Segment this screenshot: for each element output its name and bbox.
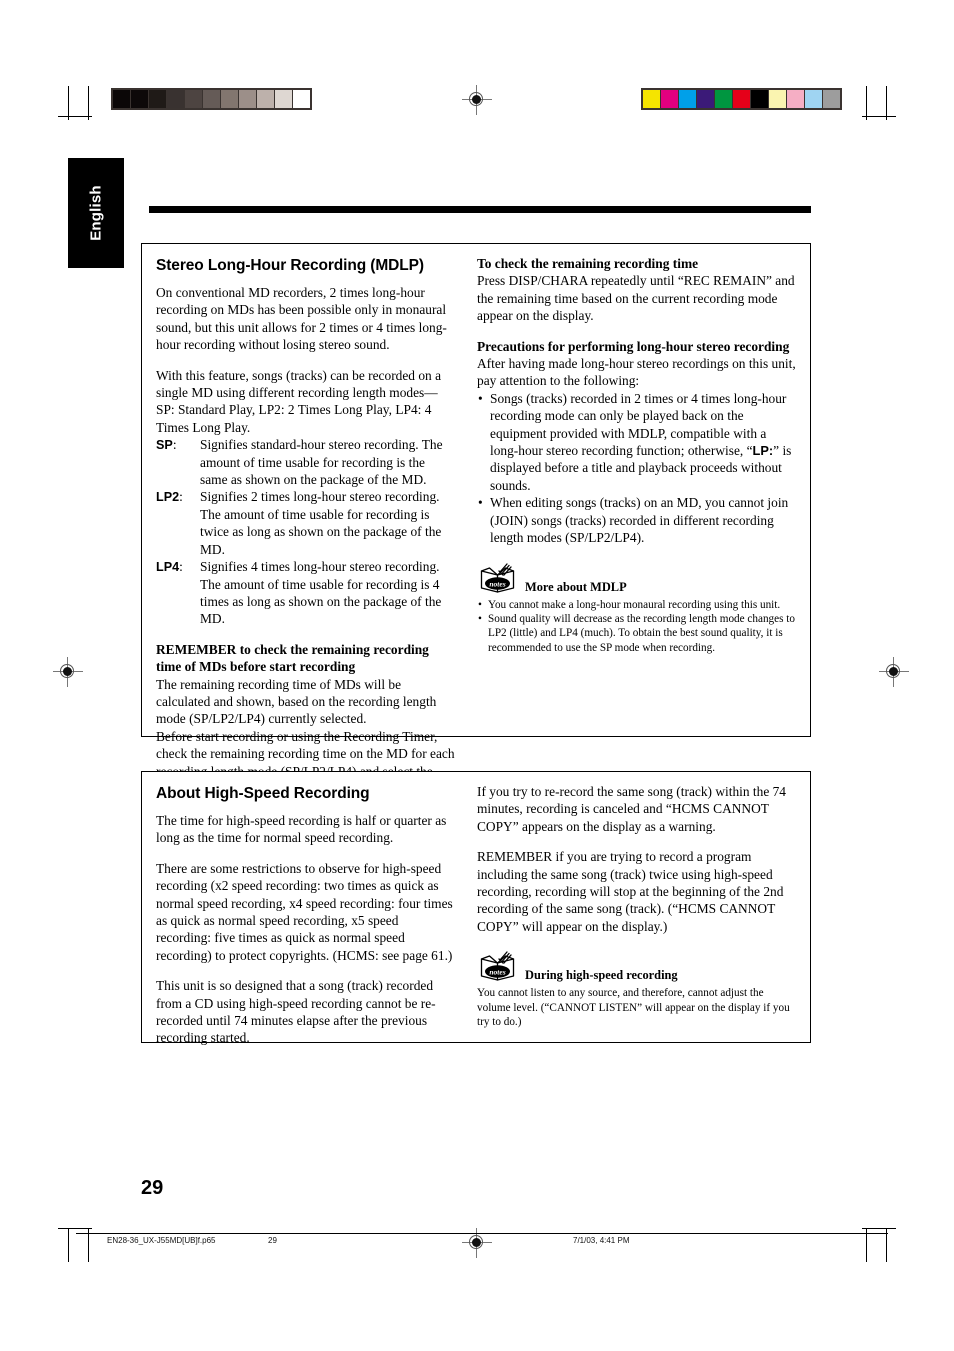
paragraph: After having made long-hour stereo recor… [477, 356, 796, 389]
notes-icon: notes [480, 951, 515, 981]
color-swatch-3 [697, 90, 714, 108]
color-swatch-3 [167, 90, 184, 108]
notes-icon: notes [480, 562, 515, 593]
color-swatch-5 [733, 90, 750, 108]
recording-mode-definition-list: SP: Signifies standard-hour stereo recor… [156, 436, 455, 627]
crop-mark-bottom-right-horizontal [862, 1228, 896, 1229]
definition-description: Signifies 4 times long-hour stereo recor… [200, 559, 442, 627]
definition-term: LP4: [156, 559, 183, 575]
paragraph: This unit is so designed that a song (tr… [156, 978, 436, 1046]
definition-row: LP2: Signifies 2 times long-hour stereo … [156, 488, 455, 558]
section-title: About High-Speed Recording [156, 785, 370, 802]
color-swatch-8 [257, 90, 274, 108]
paragraph: On conventional MD recorders, 2 times lo… [156, 285, 447, 353]
notes-bullet-list: You cannot make a long-hour monaural rec… [477, 598, 796, 656]
section-mdlp-left-column: Stereo Long-Hour Recording (MDLP) On con… [150, 255, 473, 796]
color-swatch-0 [113, 90, 130, 108]
language-tab: English [68, 158, 124, 268]
color-swatch-2 [679, 90, 696, 108]
section-about-high-speed-recording: About High-Speed Recording The time for … [141, 771, 811, 1045]
color-swatch-9 [275, 90, 292, 108]
crop-mark-top-right-vertical [866, 86, 867, 120]
registration-target-icon-top [462, 85, 492, 115]
registration-target-icon-left [53, 657, 83, 687]
crop-mark-top-left-vertical [88, 86, 89, 120]
section-mdlp-right-column: To check the remaining recording time Pr… [473, 255, 796, 728]
footer-page-number: 29 [268, 1236, 277, 1245]
color-swatch-7 [769, 90, 786, 108]
color-swatch-6 [221, 90, 238, 108]
paragraph: If you try to re-record the same song (t… [477, 784, 786, 834]
color-swatch-4 [715, 90, 732, 108]
language-tab-label: English [87, 185, 105, 241]
paragraph: There are some restrictions to observe f… [156, 860, 453, 963]
registration-target-icon-right [879, 657, 909, 687]
definition-description: Signifies standard-hour stereo recording… [200, 437, 443, 488]
paragraph: The time for high-speed recording is hal… [156, 813, 447, 846]
paragraph: With this feature, songs (tracks) can be… [156, 367, 442, 435]
page-title: Stereo Long-Hour Recording (MDLP) [156, 257, 424, 274]
list-item: Sound quality will decrease as the recor… [477, 612, 796, 655]
precautions-bullet-list: Songs (tracks) recorded in 2 times or 4 … [477, 390, 796, 547]
definition-row: LP4: Signifies 4 times long-hour stereo … [156, 558, 455, 628]
color-swatch-8 [787, 90, 804, 108]
footer-timestamp: 7/1/03, 4:41 PM [573, 1236, 630, 1245]
list-item: You cannot make a long-hour monaural rec… [477, 598, 796, 613]
section-stereo-long-hour-recording: Stereo Long-Hour Recording (MDLP) On con… [141, 243, 811, 796]
list-item: Songs (tracks) recorded in 2 times or 4 … [477, 390, 796, 494]
crop-mark-top-right-horizontal [862, 116, 896, 117]
subheading-check-remaining-time: To check the remaining recording time [477, 256, 699, 271]
crop-mark-bottom-left-vertical-2 [68, 1228, 69, 1262]
color-swatch-9 [805, 90, 822, 108]
notes-title: More about MDLP [525, 579, 627, 594]
color-control-bars [641, 88, 842, 110]
grayscale-step-wedge [111, 88, 312, 110]
crop-mark-top-left-vertical-2 [68, 86, 69, 120]
definition-term: SP: [156, 437, 177, 453]
manual-page: English Stereo Long-Hour Recording (MDLP… [0, 0, 954, 1351]
definition-term: LP2: [156, 489, 183, 505]
crop-mark-bottom-left-horizontal [58, 1228, 92, 1229]
paragraph: REMEMBER if you are trying to record a p… [477, 849, 784, 934]
definition-description: Signifies 2 times long-hour stereo recor… [200, 489, 442, 557]
header-rule [149, 206, 811, 213]
notes-box-during-high-speed-recording: notes During high-speed recording You ca… [477, 951, 796, 1029]
color-swatch-5 [203, 90, 220, 108]
color-swatch-1 [661, 90, 678, 108]
definition-row: SP: Signifies standard-hour stereo recor… [156, 436, 455, 488]
notes-title: During high-speed recording [525, 968, 678, 983]
remember-heading: REMEMBER to check the remaining recordin… [156, 641, 429, 675]
notes-icon-label: notes [489, 579, 505, 588]
section-hsr-right-column: If you try to re-record the same song (t… [473, 783, 796, 1034]
emphasis-lp-label: LP: [752, 443, 774, 459]
subheading-precautions: Precautions for performing long-hour ste… [477, 338, 790, 354]
color-swatch-10 [293, 90, 310, 108]
color-swatch-6 [751, 90, 768, 108]
paragraph: Press DISP/CHARA repeatedly until “REC R… [477, 273, 795, 324]
color-swatch-7 [239, 90, 256, 108]
color-swatch-0 [643, 90, 660, 108]
crop-mark-top-left-horizontal [58, 116, 92, 117]
notes-icon-label: notes [489, 968, 505, 977]
color-swatch-2 [149, 90, 166, 108]
paragraph: The remaining recording time of MDs will… [156, 676, 437, 727]
page-number: 29 [141, 1177, 164, 1199]
list-item: When editing songs (tracks) on an MD, yo… [477, 494, 796, 546]
color-swatch-4 [185, 90, 202, 108]
footer-filename: EN28-36_UX-J55MD[UB]f.p65 [107, 1236, 216, 1245]
color-swatch-1 [131, 90, 148, 108]
footer-rule [76, 1233, 888, 1234]
color-swatch-10 [823, 90, 840, 108]
notes-paragraph: You cannot listen to any source, and the… [477, 987, 790, 1029]
section-hsr-left-column: About High-Speed Recording The time for … [150, 783, 473, 1045]
crop-mark-top-right-vertical-2 [886, 86, 887, 120]
notes-box-more-about-mdlp: notes More about MDLP You cannot make a … [477, 562, 796, 656]
